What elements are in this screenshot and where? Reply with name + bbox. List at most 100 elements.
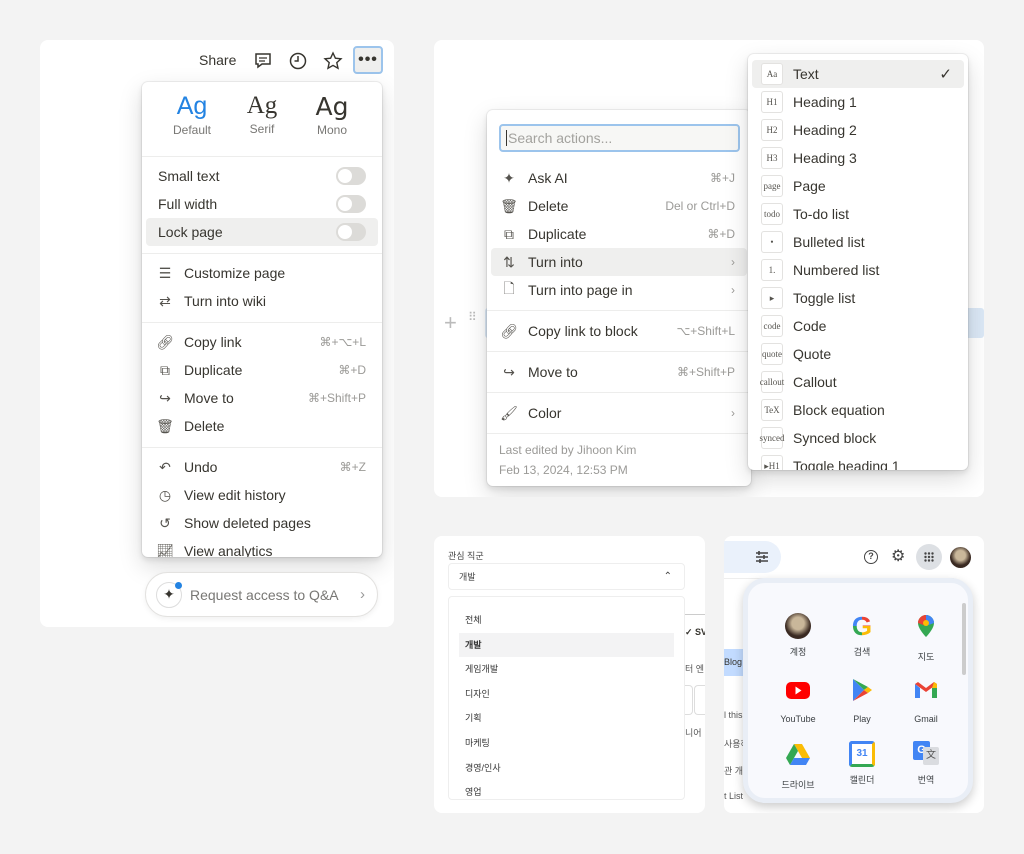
job-options-list: 전체 개발 게임개발 디자인 기획 마케팅 경영/인사 영업 (448, 596, 685, 800)
turn-into-item[interactable]: synced Synced block (748, 424, 968, 452)
toggle-small-text[interactable]: Small text (142, 162, 382, 190)
turn-into-item[interactable]: ▸ Toggle list (748, 284, 968, 312)
menu-item-color[interactable]: 🖌︎ Color › (487, 399, 751, 427)
app-drive[interactable]: 드라이브 (766, 741, 830, 791)
block-menu-panel: + ⠿ Search actions... ✦ Ask AI ⌘+J 🗑︎ Delet… (434, 40, 984, 497)
menu-item-move-to[interactable]: ↪ Move to ⌘+Shift+P (487, 358, 751, 386)
menu-item-view-edit-history[interactable]: ◷ View edit history (142, 481, 382, 509)
toggle-lock-page[interactable]: Lock page (146, 218, 378, 246)
help-icon[interactable]: ? (864, 550, 878, 564)
toggle-full-width[interactable]: Full width (142, 190, 382, 218)
menu-item-view-analytics[interactable]: 📈︎ View analytics (142, 537, 382, 558)
clock-icon[interactable] (288, 51, 308, 71)
turn-into-item[interactable]: • Bulleted list (748, 228, 968, 256)
tune-icon[interactable] (755, 550, 769, 564)
row-label: Lock page (158, 224, 223, 240)
app-youtube[interactable]: YouTube (766, 677, 830, 724)
block-type-icon: ▸H1 (761, 455, 783, 470)
turn-into-item[interactable]: code Code (748, 312, 968, 340)
apps-grid-icon (924, 552, 934, 562)
turn-into-item[interactable]: page Page (748, 172, 968, 200)
menu-item-copy-link[interactable]: 🔗︎ Copy link ⌘+⌥+L (142, 328, 382, 356)
toggle-switch[interactable] (336, 223, 366, 241)
turn-into-item[interactable]: H3 Heading 3 (748, 144, 968, 172)
block-type-icon: TeX (761, 399, 783, 421)
menu-item-duplicate[interactable]: ⧉ Duplicate ⌘+D (487, 220, 751, 248)
row-label: Block equation (793, 402, 885, 418)
behind-text: ✓ SV (685, 627, 705, 637)
job-option[interactable]: 영업 (459, 780, 674, 804)
apps-button[interactable] (916, 544, 942, 570)
row-label: Numbered list (793, 262, 880, 278)
job-option[interactable]: 경영/인사 (459, 756, 674, 780)
menu-item-turn-into-wiki[interactable]: ⇄ Turn into wiki (142, 287, 382, 315)
menu-item-show-deleted-pages[interactable]: ↺ Show deleted pages (142, 509, 382, 537)
font-serif[interactable]: Ag Serif (230, 92, 294, 136)
share-button[interactable]: Share (199, 52, 236, 68)
job-option[interactable]: 마케팅 (459, 731, 674, 755)
toggle-switch[interactable] (336, 167, 366, 185)
more-button[interactable]: ••• (353, 46, 383, 74)
menu-item-move-to[interactable]: ↪ Move to ⌘+Shift+P (142, 384, 382, 412)
turn-into-item[interactable]: H1 Heading 1 (748, 88, 968, 116)
menu-item-duplicate[interactable]: ⧉ Duplicate ⌘+D (142, 356, 382, 384)
comment-icon[interactable] (253, 51, 273, 71)
menu-item-turn-into[interactable]: ⇅ Turn into › (491, 248, 747, 276)
job-option[interactable]: 디자인 (459, 682, 674, 706)
font-mono[interactable]: Ag Mono (300, 92, 364, 137)
row-label: Copy link (184, 334, 242, 350)
drag-handle-icon[interactable]: ⠿ (468, 311, 478, 323)
job-option[interactable]: 게임개발 (459, 657, 674, 681)
star-icon[interactable] (323, 51, 343, 71)
turn-into-item[interactable]: ▸H1 Toggle heading 1 (748, 452, 968, 470)
row-label: Duplicate (184, 362, 243, 378)
scrollbar[interactable] (962, 603, 966, 675)
job-option[interactable]: 전체 (459, 608, 674, 632)
job-option[interactable]: 기획 (459, 706, 674, 730)
app-label: 캘린더 (849, 775, 875, 785)
toggle-switch[interactable] (336, 195, 366, 213)
menu-item-turn-into-page-in[interactable]: 🗋 Turn into page in › (487, 276, 751, 304)
block-type-icon: code (761, 315, 783, 337)
app-account[interactable]: 계정 (766, 613, 830, 658)
app-play[interactable]: Play (830, 677, 894, 724)
job-category-select[interactable]: 개발 ⌃ (448, 563, 685, 590)
job-option[interactable]: 개발 (459, 632, 674, 657)
arrow-icon: ↪ (503, 363, 515, 380)
add-block-icon[interactable]: + (444, 310, 457, 336)
chevron-right-icon: › (731, 406, 735, 420)
sliders-icon: ☰ (158, 264, 172, 281)
row-label: Turn into wiki (184, 293, 266, 309)
font-default[interactable]: Ag Default (160, 92, 224, 137)
settings-icon[interactable]: ⚙ (891, 546, 905, 566)
menu-item-undo[interactable]: ↶ Undo ⌘+Z (142, 453, 382, 481)
row-label: Customize page (184, 265, 286, 281)
behind-content: ✓ SV 터 엔 니어 (685, 614, 705, 738)
turn-into-item[interactable]: quote Quote (748, 340, 968, 368)
app-calendar[interactable]: 31 캘린더 (830, 741, 894, 786)
turn-into-item[interactable]: H2 Heading 2 (748, 116, 968, 144)
request-access-button[interactable]: ✦ Request access to Q&A › (145, 572, 378, 617)
search-actions-input[interactable]: Search actions... (499, 124, 740, 152)
block-type-icon: page (761, 175, 783, 197)
block-type-icon: ▸ (761, 287, 783, 309)
row-label: Copy link to block (528, 323, 638, 339)
app-translate[interactable]: G 文 번역 (894, 741, 958, 786)
app-search[interactable]: G 검색 (830, 613, 894, 658)
turn-into-item[interactable]: todo To-do list (748, 200, 968, 228)
app-gmail[interactable]: Gmail (894, 677, 958, 724)
turn-into-item[interactable]: TeX Block equation (748, 396, 968, 424)
menu-item-delete[interactable]: 🗑︎ Delete (142, 412, 382, 440)
turn-into-item[interactable]: callout Callout (748, 368, 968, 396)
avatar[interactable] (950, 547, 971, 568)
menu-item-ask-ai[interactable]: ✦ Ask AI ⌘+J (487, 164, 751, 192)
turn-into-item[interactable]: Aa Text ✓ (752, 60, 964, 88)
font-sample: Ag (176, 92, 208, 120)
menu-item-customize-page[interactable]: ☰ Customize page (142, 259, 382, 287)
turn-into-item[interactable]: 1. Numbered list (748, 256, 968, 284)
app-maps[interactable]: 지도 (894, 613, 958, 663)
menu-item-copy-link-to-block[interactable]: 🔗︎ Copy link to block ⌥+Shift+L (487, 317, 751, 345)
app-label: Gmail (914, 714, 938, 724)
menu-item-delete[interactable]: 🗑︎ Delete Del or Ctrl+D (487, 192, 751, 220)
block-type-icon: • (761, 231, 783, 253)
